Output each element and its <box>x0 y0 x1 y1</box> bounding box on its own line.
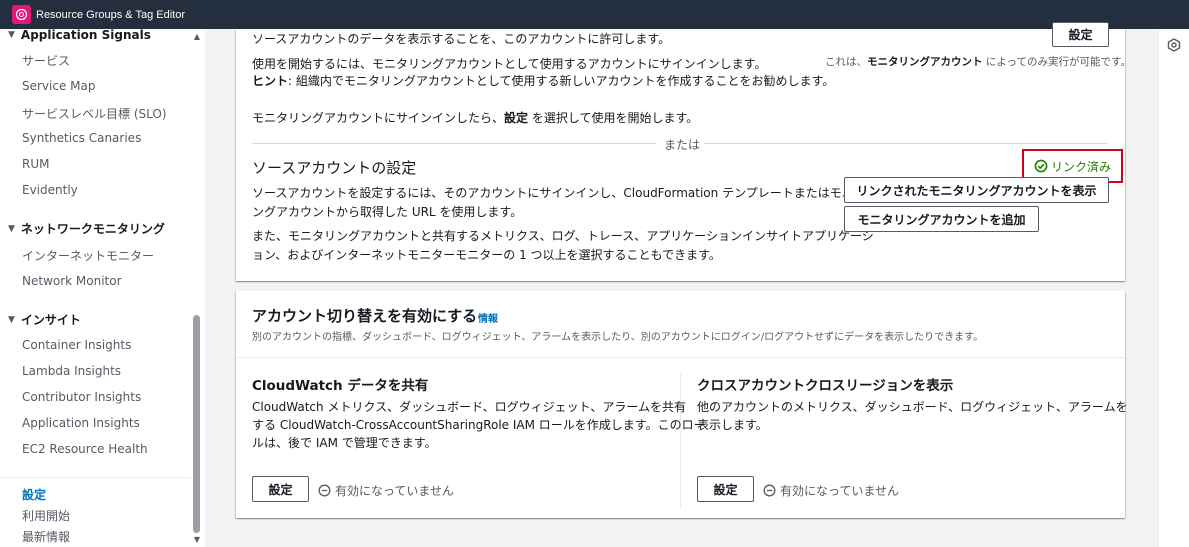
source-account-title: ソースアカウントの設定 <box>252 159 417 177</box>
sidebar: ▼ Application Signals サービス Service Map サ… <box>0 29 205 547</box>
or-divider-right <box>704 143 1108 144</box>
or-divider-left <box>252 143 656 144</box>
section-application-signals[interactable]: ▼ Application Signals <box>8 29 151 42</box>
hint-text: ヒント: 組織内でモニタリングアカウントとして使用する新しいアカウントを作成する… <box>252 74 835 88</box>
source-desc-line2: ングアカウントから取得した URL を使用します。 <box>252 205 523 219</box>
signin-text: モニタリングアカウントにサインインしたら、設定 を選択して使用を開始します。 <box>252 111 699 125</box>
or-label: または <box>664 138 701 152</box>
cross-account-column-divider <box>680 373 681 508</box>
section-network-monitoring[interactable]: ▼ ネットワークモニタリング <box>8 220 165 237</box>
cross-account-header-divider <box>236 357 1125 358</box>
right-rail <box>1158 29 1189 547</box>
nav-item-internet-monitor[interactable]: インターネットモニター <box>22 247 154 264</box>
share-desc-line3: ルは、後で IAM で管理できます。 <box>252 436 437 450</box>
nav-item-service-map[interactable]: Service Map <box>22 79 96 93</box>
cross-account-title: アカウント切り替えを有効にする <box>252 307 478 325</box>
share-desc-line2: する CloudWatch-CrossAccountSharingRole IA… <box>252 418 706 432</box>
nav-item-settings[interactable]: 設定 <box>22 486 46 503</box>
settings-hexagon-icon[interactable] <box>1167 38 1181 52</box>
nav-item-contributor-insights[interactable]: Contributor Insights <box>22 390 141 404</box>
caret-down-icon: ▼ <box>8 30 15 40</box>
add-monitoring-account-button[interactable]: モニタリングアカウントを追加 <box>844 206 1039 232</box>
section-insights[interactable]: ▼ インサイト <box>8 311 81 328</box>
source-also-line1: また、モニタリングアカウントと共有するメトリクス、ログ、トレース、アプリケーショ… <box>252 229 874 243</box>
nav-item-services[interactable]: サービス <box>22 52 70 69</box>
app-title[interactable]: Resource Groups & Tag Editor <box>36 9 185 21</box>
source-also-line2: ョン、およびインターネットモニターモニターの 1 つ以上を選択することもできます… <box>252 248 721 262</box>
disabled-status-icon <box>318 484 331 497</box>
nav-item-application-insights[interactable]: Application Insights <box>22 416 140 430</box>
allow-text: ソースアカウントのデータを表示することを、このアカウントに許可します。 <box>252 32 671 46</box>
nav-item-evidently[interactable]: Evidently <box>22 183 78 197</box>
nav-item-container-insights[interactable]: Container Insights <box>22 338 131 352</box>
nav-item-slo[interactable]: サービスレベル目標 (SLO) <box>22 105 167 122</box>
disabled-status-icon <box>763 484 776 497</box>
nav-item-lambda-insights[interactable]: Lambda Insights <box>22 364 121 378</box>
top-bar: Resource Groups & Tag Editor <box>0 0 1189 29</box>
start-text: 使用を開始するには、モニタリングアカウントとして使用するアカウントにサインインし… <box>252 57 767 71</box>
share-status: 有効になっていません <box>318 482 454 499</box>
view-desc-line1: 他のアカウントのメトリクス、ダッシュボード、ログウィジェット、アラームを <box>697 400 1128 414</box>
share-settings-button[interactable]: 設定 <box>252 476 309 502</box>
nav-item-getting-started[interactable]: 利用開始 <box>22 507 70 524</box>
scrollbar-thumb[interactable] <box>193 315 200 533</box>
sidebar-scrollbar[interactable]: ▲ ▼ <box>191 29 203 547</box>
nav-item-network-monitor[interactable]: Network Monitor <box>22 274 122 288</box>
caret-down-icon: ▼ <box>8 223 15 234</box>
view-cross-account-title: クロスアカウントクロスリージョンを表示 <box>697 378 954 394</box>
share-data-title: CloudWatch データを共有 <box>252 378 429 394</box>
monitoring-only-note: これは、モニタリングアカウント によってのみ実行が可能です。 <box>825 56 1131 68</box>
nav-item-ec2-resource-health[interactable]: EC2 Resource Health <box>22 442 148 456</box>
view-status: 有効になっていません <box>763 482 899 499</box>
nav-item-whats-new[interactable]: 最新情報 <box>22 528 70 545</box>
caret-down-icon: ▼ <box>8 314 15 325</box>
cross-account-desc: 別のアカウントの指標、ダッシュボード、ログウィジェット、アラームを表示したり、別… <box>252 332 984 343</box>
view-desc-line2: 表示します。 <box>697 418 768 432</box>
check-circle-icon <box>1034 159 1048 173</box>
view-settings-button[interactable]: 設定 <box>697 476 754 502</box>
nav-item-synthetics-canaries[interactable]: Synthetics Canaries <box>22 131 141 145</box>
monitoring-settings-button[interactable]: 設定 <box>1052 22 1109 47</box>
nav-item-rum[interactable]: RUM <box>22 157 49 171</box>
scroll-up-icon[interactable]: ▲ <box>192 32 202 41</box>
source-desc-line1: ソースアカウントを設定するには、そのアカウントにサインインし、CloudForm… <box>252 186 878 200</box>
sidebar-divider <box>0 477 190 478</box>
info-link[interactable]: 情報 <box>478 310 498 325</box>
scroll-down-icon[interactable]: ▼ <box>192 535 202 544</box>
view-linked-monitoring-accounts-button[interactable]: リンクされたモニタリングアカウントを表示 <box>844 177 1109 203</box>
resource-groups-logo-icon[interactable] <box>12 5 31 24</box>
share-desc-line1: CloudWatch メトリクス、ダッシュボード、ログウィジェット、アラームを共… <box>252 400 687 414</box>
